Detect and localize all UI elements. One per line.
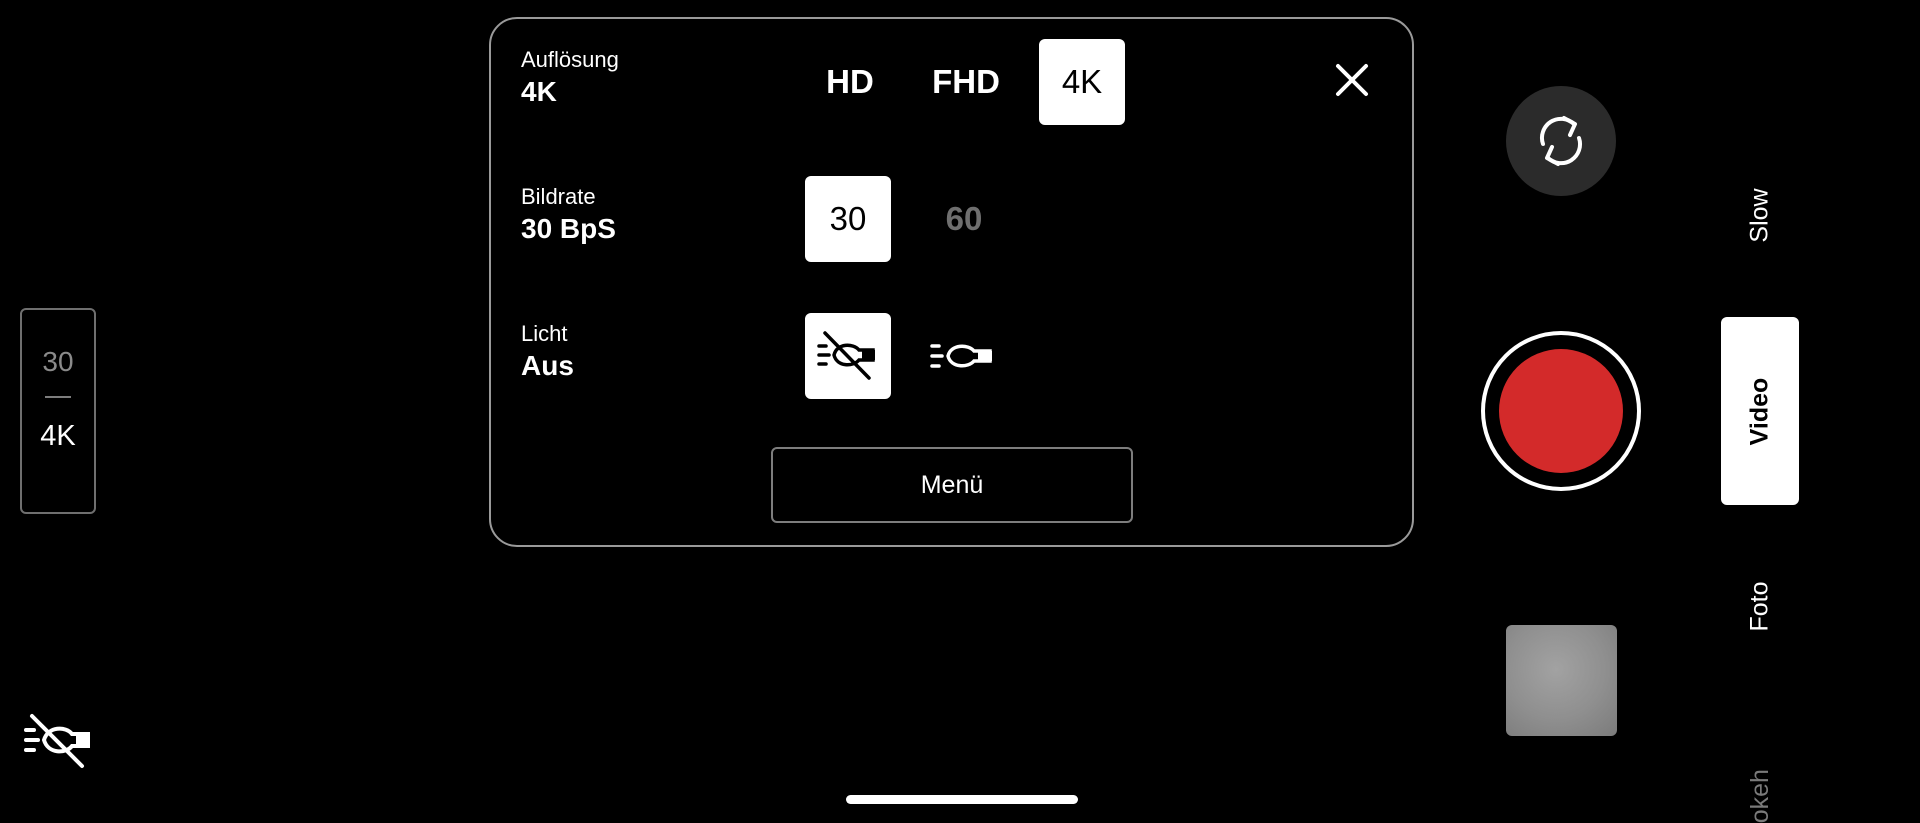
switch-camera-icon: [1539, 116, 1583, 166]
mode-foto[interactable]: Foto: [1721, 556, 1799, 656]
mode-slow[interactable]: Slow: [1721, 160, 1799, 270]
frame-rate-caption: Bildrate: [521, 184, 596, 209]
video-settings-panel: Auflösung 4K HD FHD 4K Bildrate 30 BpS 3…: [489, 17, 1414, 547]
gallery-thumbnail[interactable]: [1506, 625, 1617, 736]
flash-off-icon[interactable]: [24, 712, 94, 770]
resolution-label-group: Auflösung 4K: [521, 47, 619, 109]
close-icon[interactable]: [1329, 57, 1375, 103]
frame-rate-label-group: Bildrate 30 BpS: [521, 184, 616, 246]
resolution-indicator: 4K: [40, 420, 76, 452]
fps-indicator: 30: [42, 346, 74, 377]
light-on-icon: [930, 344, 992, 368]
light-caption: Licht: [521, 321, 568, 346]
frame-rate-value: 30 BpS: [521, 213, 616, 244]
camera-screen: 30 4K Auflösung 4K HD FHD 4K Bildrate 30…: [0, 0, 1920, 823]
light-value: Aus: [521, 350, 574, 381]
home-indicator[interactable]: [846, 795, 1078, 804]
indicator-divider: [45, 396, 71, 398]
record-dot: [1499, 349, 1623, 473]
switch-camera-button[interactable]: [1506, 86, 1616, 196]
light-label-group: Licht Aus: [521, 321, 574, 383]
resolution-value: 4K: [521, 76, 557, 107]
resolution-option-hd[interactable]: HD: [807, 39, 893, 125]
resolution-caption: Auflösung: [521, 47, 619, 72]
menu-button[interactable]: Menü: [771, 447, 1133, 523]
record-button[interactable]: [1481, 331, 1641, 491]
quick-settings-indicator[interactable]: 30 4K: [20, 308, 96, 514]
resolution-option-4k[interactable]: 4K: [1039, 39, 1125, 125]
light-on-button[interactable]: [921, 313, 1007, 399]
light-off-button[interactable]: [805, 313, 891, 399]
frame-rate-option-60[interactable]: 60: [921, 176, 1007, 262]
mode-bokeh[interactable]: Bokeh: [1721, 754, 1799, 823]
mode-video[interactable]: Video: [1721, 317, 1799, 505]
resolution-option-fhd[interactable]: FHD: [923, 39, 1009, 125]
light-off-icon: [817, 331, 875, 380]
frame-rate-option-30[interactable]: 30: [805, 176, 891, 262]
